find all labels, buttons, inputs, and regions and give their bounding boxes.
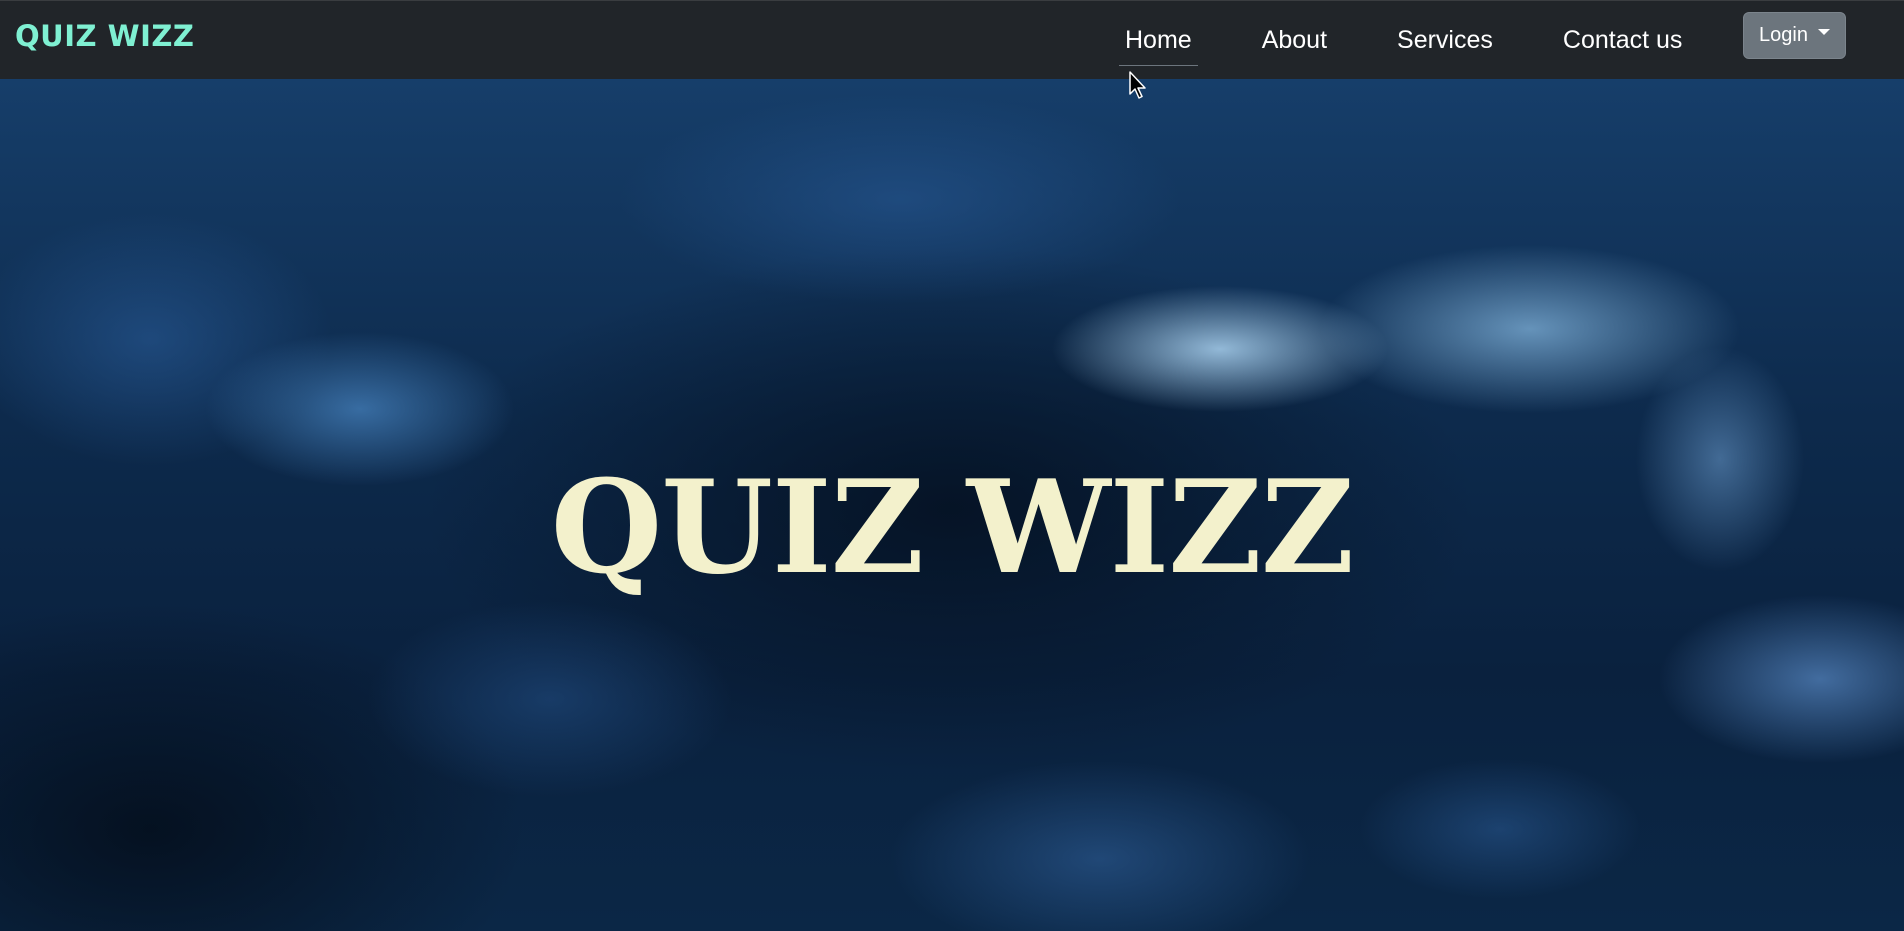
mouse-cursor-icon — [1129, 71, 1146, 99]
hero-title: QUIZ WIZZ — [550, 453, 1355, 603]
top-navbar: QUIZ WIZZ Home About Services Contact us… — [0, 0, 1904, 79]
login-label: Login — [1759, 24, 1808, 46]
nav-link-services[interactable]: Services — [1397, 26, 1493, 55]
hero-section: QUIZ WIZZ — [0, 79, 1904, 931]
brand-logo-link[interactable]: QUIZ WIZZ — [15, 19, 194, 53]
caret-down-icon — [1817, 28, 1830, 35]
nav-link-home[interactable]: Home — [1119, 26, 1198, 66]
nav-link-contact[interactable]: Contact us — [1563, 26, 1683, 55]
nav-links: Home About Services Contact us — [1090, 1, 1717, 80]
login-dropdown-button[interactable]: Login — [1743, 12, 1846, 59]
nav-link-about[interactable]: About — [1262, 26, 1327, 55]
